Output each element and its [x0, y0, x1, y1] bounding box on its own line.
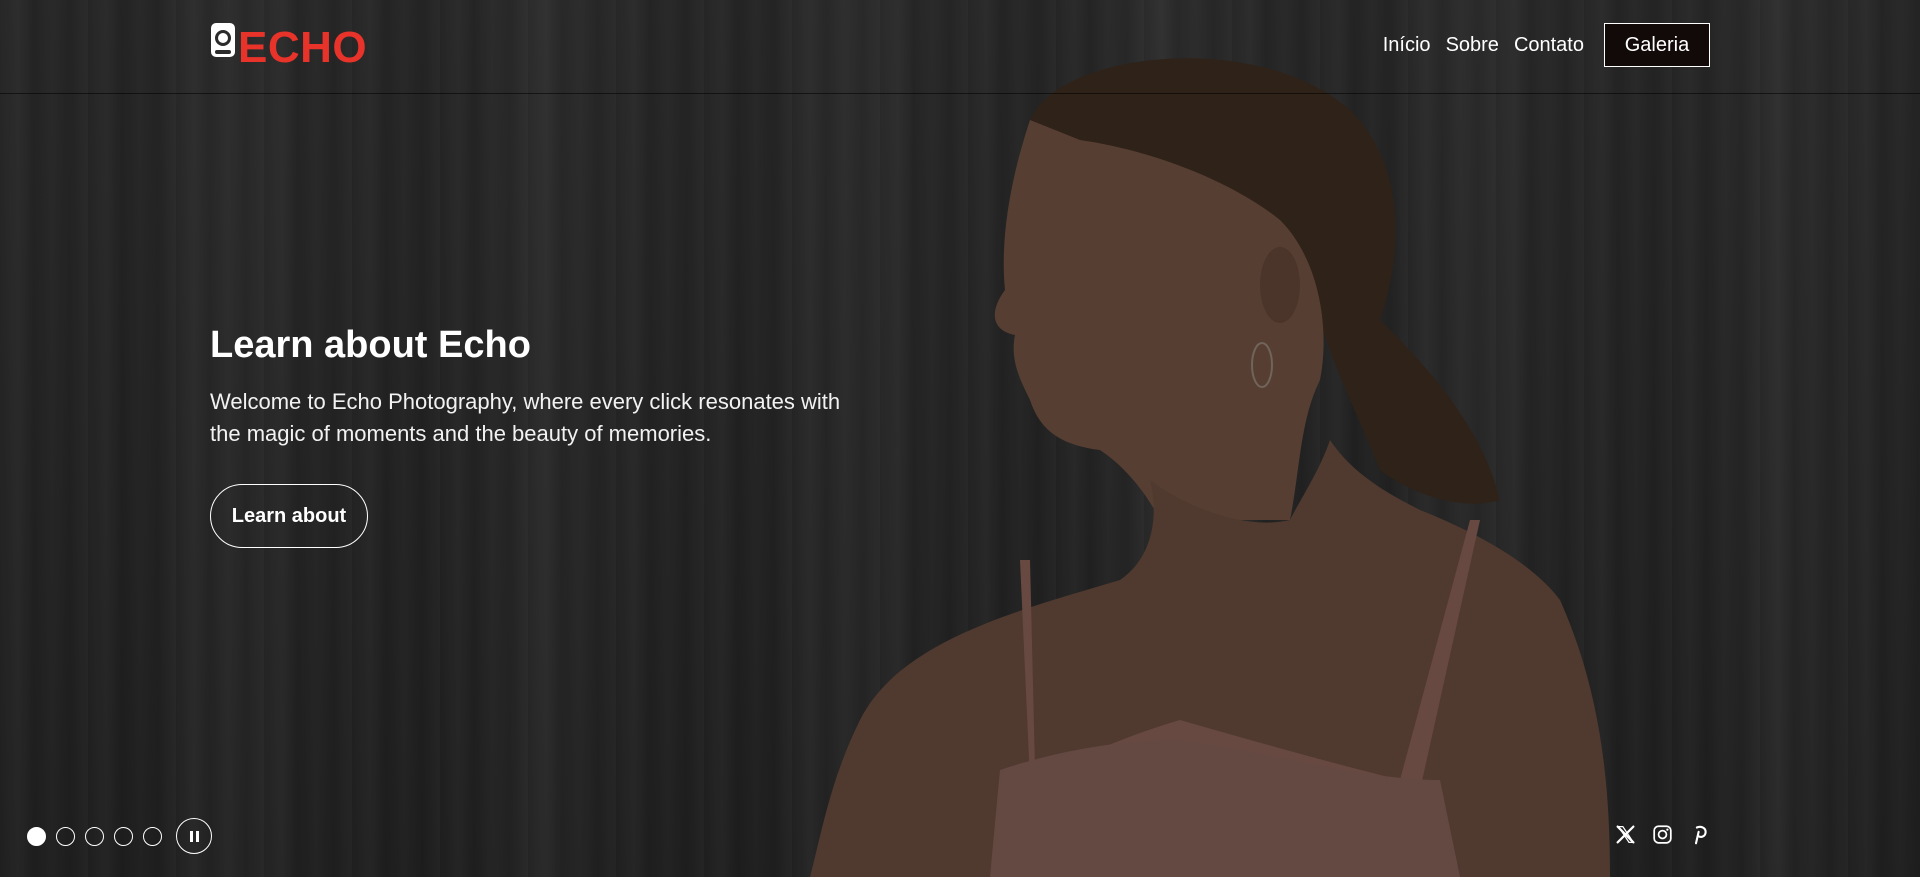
- slide-dot-1[interactable]: [27, 826, 46, 846]
- social-links: [1599, 823, 1710, 845]
- x-icon[interactable]: [1614, 823, 1636, 845]
- pause-icon: [189, 830, 193, 842]
- nav-link-inicio[interactable]: Início: [1383, 34, 1431, 57]
- slide-dot-4[interactable]: [114, 826, 133, 846]
- camera-lens-icon: [211, 23, 235, 57]
- main-nav: Início Sobre Contato Galeria: [1383, 22, 1710, 68]
- pinterest-icon[interactable]: [1688, 823, 1710, 845]
- slide-dot-3[interactable]: [85, 826, 104, 846]
- hero-content: Learn about Echo Welcome to Echo Photogr…: [210, 320, 850, 548]
- hero-title: Learn about Echo: [210, 324, 531, 366]
- gallery-button[interactable]: Galeria: [1604, 23, 1710, 67]
- nav-link-contato[interactable]: Contato: [1514, 34, 1584, 57]
- site-header: ECHO Início Sobre Contato Galeria: [0, 0, 1920, 94]
- nav-link-sobre[interactable]: Sobre: [1446, 34, 1499, 57]
- slide-dot-5[interactable]: [143, 826, 162, 846]
- hero-description: Welcome to Echo Photography, where every…: [210, 389, 841, 446]
- brand-name: ECHO: [238, 23, 368, 72]
- slider-controls: [27, 818, 212, 854]
- hero-slider: ECHO Início Sobre Contato Galeria Learn …: [0, 0, 1920, 877]
- learn-about-button[interactable]: Learn about: [210, 484, 368, 548]
- brand-logo[interactable]: ECHO: [210, 18, 367, 70]
- pause-button[interactable]: [176, 818, 212, 854]
- slide-dot-2[interactable]: [56, 826, 75, 846]
- instagram-icon[interactable]: [1651, 823, 1673, 845]
